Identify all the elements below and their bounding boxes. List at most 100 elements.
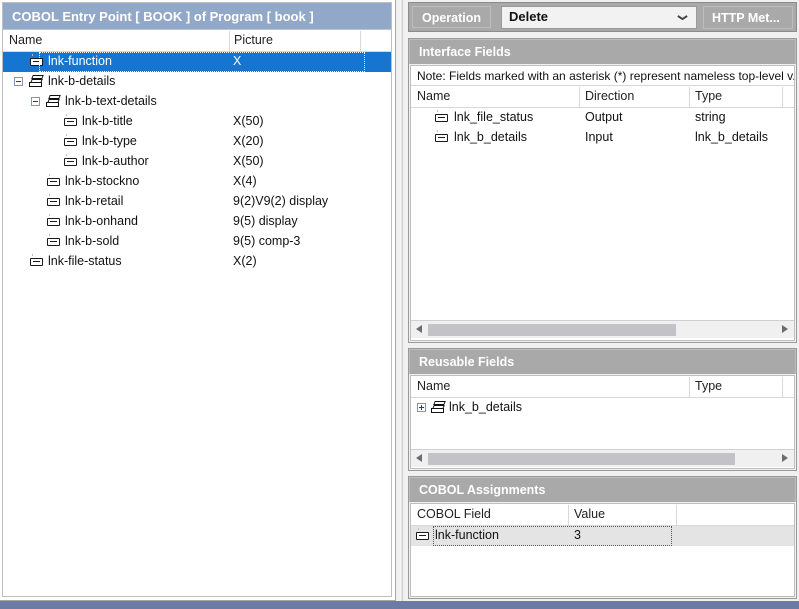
cobol-assignments-columns: COBOL Field Value — [411, 504, 794, 526]
rf-col-divider-2[interactable] — [782, 377, 783, 397]
http-method-button[interactable]: HTTP Met... — [703, 6, 793, 29]
group-icon — [46, 95, 61, 108]
tree-row[interactable]: lnk-b-details — [3, 72, 391, 92]
cobol-assignment-row[interactable]: lnk-function3 — [411, 526, 794, 546]
field-icon — [64, 158, 77, 166]
field-icon — [47, 198, 60, 206]
scroll-right-arrow-icon[interactable] — [777, 450, 794, 466]
if-row-direction: Output — [585, 110, 623, 124]
rf-col-type[interactable]: Type — [695, 379, 722, 393]
tree-row-label: lnk-b-type — [82, 134, 137, 148]
tree-col-divider[interactable] — [229, 31, 230, 51]
field-icon — [47, 218, 60, 226]
field-icon — [47, 178, 60, 186]
interface-fields-hscrollbar[interactable] — [411, 320, 794, 338]
field-icon — [416, 532, 429, 540]
field-icon — [30, 258, 43, 266]
interface-fields-panel: Interface Fields Note: Fields marked wit… — [408, 38, 797, 343]
if-scroll-thumb[interactable] — [428, 324, 676, 336]
tree-row[interactable]: lnk-b-stockno X(4) — [3, 172, 391, 192]
tree-row-label: lnk-b-retail — [65, 194, 123, 208]
reusable-field-row[interactable]: lnk_b_details — [411, 398, 794, 418]
tree-col-name[interactable]: Name — [9, 33, 42, 47]
scroll-left-arrow-icon[interactable] — [411, 450, 428, 466]
tree-row-label: lnk-b-sold — [65, 234, 119, 248]
if-row-direction: Input — [585, 130, 613, 144]
cobol-entry-point-inner: COBOL Entry Point [ BOOK ] of Program [ … — [2, 2, 392, 597]
interface-fields-columns: Name Direction Type — [411, 86, 794, 108]
tree-row-picture: X(50) — [233, 114, 264, 128]
reusable-fields-columns: Name Type — [411, 376, 794, 398]
tree-row[interactable]: lnk-b-onhand9(5) display — [3, 212, 391, 232]
application-window: COBOL Entry Point [ BOOK ] of Program [ … — [0, 0, 799, 609]
tree-row[interactable]: lnk-b-sold 9(5) comp-3 — [3, 232, 391, 252]
if-col-name[interactable]: Name — [417, 89, 450, 103]
cobol-entry-point-title: COBOL Entry Point [ BOOK ] of Program [ … — [3, 3, 391, 30]
window-bottom-chrome — [0, 601, 799, 609]
interface-fields-title: Interface Fields — [409, 39, 796, 64]
tree-row[interactable]: lnk-functionX — [3, 52, 391, 72]
interface-fields-list[interactable]: lnk_file_statusOutputstringlnk_b_details… — [411, 108, 794, 320]
tree-col-picture[interactable]: Picture — [234, 33, 273, 47]
rf-col-divider-1[interactable] — [689, 377, 690, 397]
interface-field-row[interactable]: lnk_file_statusOutputstring — [411, 108, 794, 128]
field-icon — [435, 134, 448, 142]
cobol-assignments-list[interactable]: lnk-function3 — [411, 526, 794, 546]
rf-scroll-track[interactable] — [428, 451, 777, 466]
expand-plus-icon[interactable] — [417, 403, 426, 412]
collapse-minus-icon[interactable] — [31, 97, 40, 106]
interface-field-row[interactable]: lnk_b_detailsInputlnk_b_details — [411, 128, 794, 148]
ca-col-divider-2[interactable] — [676, 505, 677, 525]
tree-row[interactable]: lnk-b-retail 9(2)V9(2) display — [3, 192, 391, 212]
operation-label: Operation — [412, 6, 491, 28]
if-col-type[interactable]: Type — [695, 89, 722, 103]
selection-outline — [433, 526, 672, 546]
reusable-fields-list[interactable]: lnk_b_details — [411, 398, 794, 449]
tree-row[interactable]: lnk-file-status X(2) — [3, 252, 391, 272]
scroll-left-arrow-icon[interactable] — [411, 321, 428, 337]
tree-row[interactable]: lnk-b-type X(20) — [3, 132, 391, 152]
operation-select[interactable]: Delete — [501, 6, 697, 29]
collapse-minus-icon[interactable] — [14, 77, 23, 86]
interface-fields-note: Note: Fields marked with an asterisk (*)… — [411, 66, 794, 86]
rf-scroll-thumb[interactable] — [428, 453, 735, 465]
rf-col-name[interactable]: Name — [417, 379, 450, 393]
tree-row[interactable]: lnk-b-titleX(50) — [3, 112, 391, 132]
group-icon — [29, 75, 44, 88]
cobol-entry-point-panel: COBOL Entry Point [ BOOK ] of Program [ … — [0, 0, 396, 601]
reusable-fields-title: Reusable Fields — [409, 349, 796, 374]
reusable-fields-hscrollbar[interactable] — [411, 449, 794, 467]
if-col-divider-1[interactable] — [579, 87, 580, 107]
reusable-fields-panel: Reusable Fields Name Type lnk_b_details — [408, 348, 797, 471]
tree-row-label: lnk-b-stockno — [65, 174, 139, 188]
field-icon — [64, 138, 77, 146]
tree-row-label: lnk-b-onhand — [65, 214, 138, 228]
tree-row-picture: 9(5) comp-3 — [233, 234, 300, 248]
tree-row-picture: 9(2)V9(2) display — [233, 194, 328, 208]
tree-row-picture: X(4) — [233, 174, 257, 188]
field-icon — [64, 118, 77, 126]
tree-row[interactable]: lnk-b-author X(50) — [3, 152, 391, 172]
tree-row[interactable]: lnk-b-text-details — [3, 92, 391, 112]
tree-row-label: lnk-b-details — [48, 74, 115, 88]
vertical-splitter[interactable] — [396, 0, 406, 601]
tree-row-label: lnk-b-author — [82, 154, 149, 168]
tree-col-divider-2[interactable] — [360, 31, 361, 51]
splitter-grip[interactable] — [400, 0, 403, 601]
if-scroll-track[interactable] — [428, 322, 777, 337]
cobol-field-tree[interactable]: lnk-functionX lnk-b-details lnk-b-text-det… — [3, 52, 391, 597]
if-col-divider-3[interactable] — [782, 87, 783, 107]
tree-row-picture: X(20) — [233, 134, 264, 148]
tree-row-label: lnk-file-status — [48, 254, 122, 268]
ca-col-value[interactable]: Value — [574, 507, 605, 521]
tree-row-picture: X(50) — [233, 154, 264, 168]
ca-col-field[interactable]: COBOL Field — [417, 507, 491, 521]
if-col-divider-2[interactable] — [689, 87, 690, 107]
operation-toolbar: Operation Delete HTTP Met... — [408, 2, 797, 32]
right-panel: Operation Delete HTTP Met... Interface F… — [406, 0, 799, 601]
if-col-direction[interactable]: Direction — [585, 89, 634, 103]
ca-col-divider-1[interactable] — [568, 505, 569, 525]
chevron-down-icon — [678, 15, 687, 20]
tree-row-picture: X(2) — [233, 254, 257, 268]
scroll-right-arrow-icon[interactable] — [777, 321, 794, 337]
